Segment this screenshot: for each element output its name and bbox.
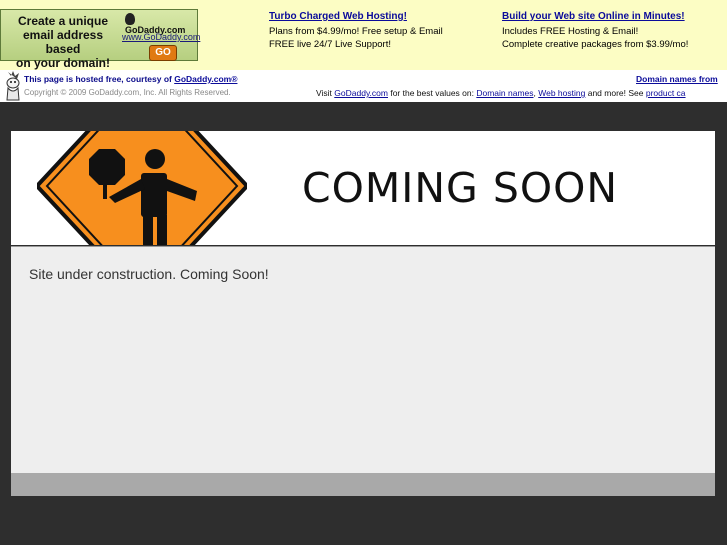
promo-website-builder: Build your Web site Online in Minutes! I…: [502, 10, 688, 52]
page-title: COMING SOON: [302, 164, 619, 212]
godaddy-mascot-icon: [125, 13, 135, 25]
godaddy-link[interactable]: GoDaddy.com®: [174, 74, 237, 84]
promo-website-builder-link[interactable]: Build your Web site Online in Minutes!: [502, 10, 688, 24]
web-hosting-link[interactable]: Web hosting: [538, 88, 585, 98]
domain-names-link[interactable]: Domain names: [476, 88, 533, 98]
visit-mid-text: for the best values on:: [387, 88, 477, 98]
visit-godaddy-line: Visit GoDaddy.com for the best values on…: [316, 88, 686, 98]
hosted-free-notice: This page is hosted free, courtesy of Go…: [24, 74, 237, 84]
hosted-free-text: This page is hosted free, courtesy of: [24, 74, 175, 84]
promo-hosting-link[interactable]: Turbo Charged Web Hosting!: [269, 10, 443, 24]
under-construction-message: Site under construction. Coming Soon!: [29, 266, 269, 282]
hosted-free-strip: This page is hosted free, courtesy of Go…: [0, 70, 727, 102]
domain-names-from-link[interactable]: Domain names from: [636, 74, 718, 84]
footer-strip: [11, 473, 715, 496]
go-button[interactable]: GO: [149, 45, 177, 61]
promo-website-builder-line: Complete creative packages from $3.99/mo…: [502, 39, 689, 50]
product-catalog-link[interactable]: product ca: [646, 88, 686, 98]
ad-box-text: Create a unique email address based on y…: [16, 14, 110, 70]
ad-url-link[interactable]: www.GoDaddy.com: [122, 32, 200, 42]
construction-worker-sign-icon: [37, 131, 247, 245]
promo-website-builder-line: Includes FREE Hosting & Email!: [502, 25, 639, 37]
visit-prefix: Visit: [316, 88, 335, 98]
coming-soon-banner: COMING SOON: [11, 131, 715, 245]
godaddy-mascot-icon: [6, 71, 20, 101]
ad-banner: Create a unique email address based on y…: [0, 0, 727, 70]
visit-suffix: and more! See: [585, 88, 646, 98]
content-panel: Site under construction. Coming Soon!: [11, 246, 715, 473]
copyright-text: Copyright © 2009 GoDaddy.com, Inc. All R…: [24, 88, 231, 97]
promo-hosting-line: FREE live 24/7 Live Support!: [269, 39, 391, 50]
email-ad-box[interactable]: Create a unique email address based on y…: [0, 9, 200, 70]
visit-godaddy-link[interactable]: GoDaddy.com: [334, 88, 388, 98]
promo-hosting-line: Plans from $4.99/mo! Free setup & Email: [269, 25, 443, 37]
promo-hosting: Turbo Charged Web Hosting! Plans from $4…: [269, 10, 443, 52]
